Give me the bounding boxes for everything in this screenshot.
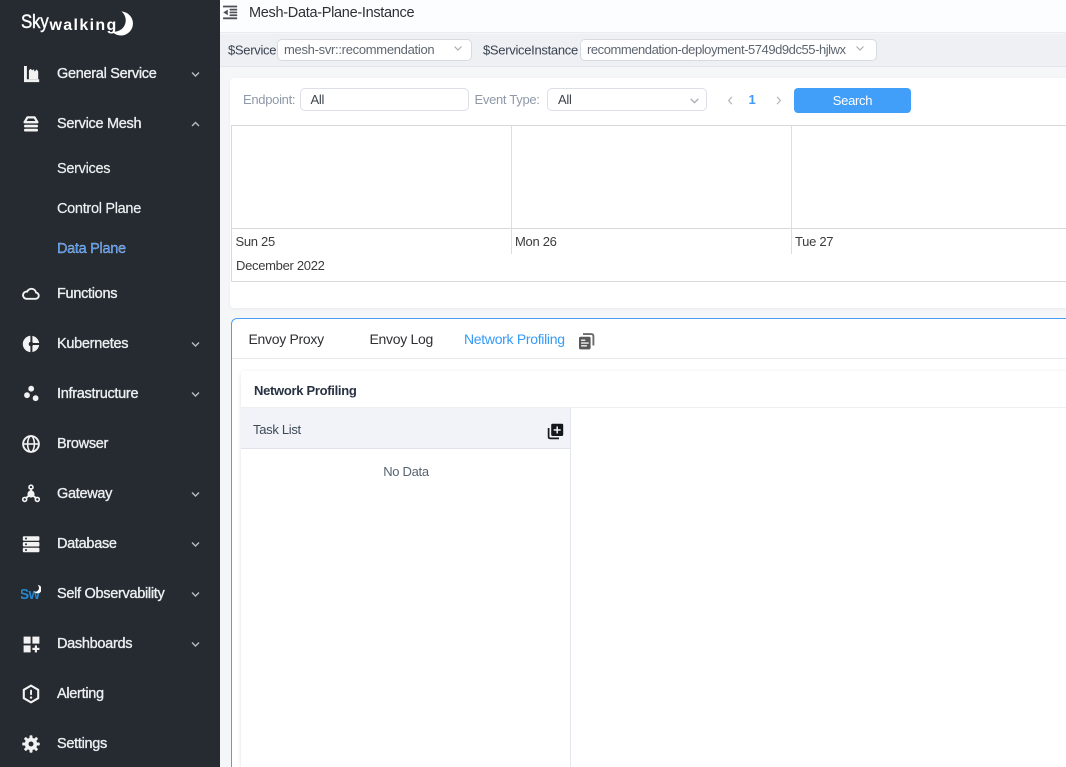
svg-text:Sw: Sw	[21, 587, 41, 603]
